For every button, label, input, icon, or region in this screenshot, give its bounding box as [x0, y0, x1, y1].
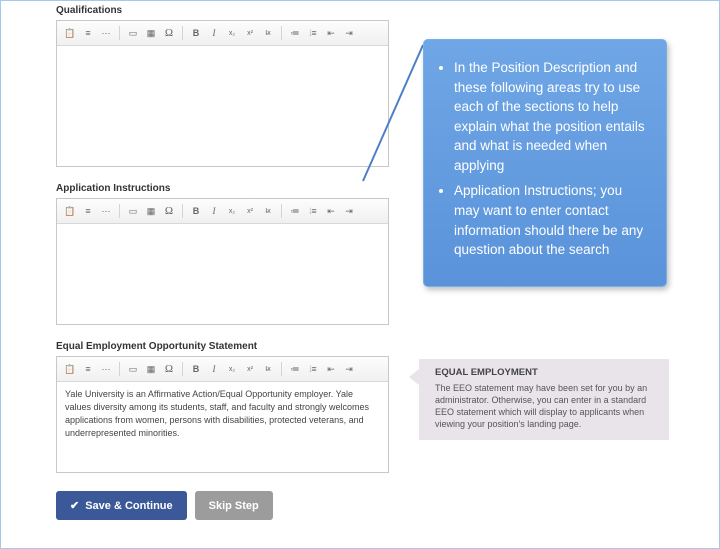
skip-step-label: Skip Step — [209, 500, 259, 512]
bullets-icon[interactable]: ≔ — [287, 203, 303, 219]
toolbar-sep — [119, 362, 120, 376]
clearformat-icon[interactable]: I̵x — [260, 25, 276, 41]
more-icon[interactable]: ⋯ — [98, 361, 114, 377]
superscript-icon[interactable]: x² — [242, 203, 258, 219]
source-icon[interactable]: ≡ — [80, 203, 96, 219]
paste-icon[interactable]: 📋 — [62, 25, 78, 41]
application-instructions-toolbar: 📋 ≡ ⋯ ▭ ▦ Ω B I x₂ x² I̵x ≔ ⦙≡ ⇤ ⇥ — [57, 199, 388, 224]
bold-icon[interactable]: B — [188, 203, 204, 219]
toolbar-sep — [281, 362, 282, 376]
eeo-help-box: EQUAL EMPLOYMENT The EEO statement may h… — [419, 359, 669, 440]
image-icon[interactable]: ▭ — [125, 361, 141, 377]
application-instructions-textarea[interactable] — [57, 224, 388, 324]
save-continue-button[interactable]: ✔ Save & Continue — [56, 491, 187, 520]
subscript-icon[interactable]: x₂ — [224, 203, 240, 219]
eeo-help-body: The EEO statement may have been set for … — [435, 382, 659, 431]
bullets-icon[interactable]: ≔ — [287, 361, 303, 377]
table-icon[interactable]: ▦ — [143, 203, 159, 219]
qualifications-textarea[interactable] — [57, 46, 388, 166]
qualifications-label: Qualifications — [56, 5, 389, 16]
image-icon[interactable]: ▭ — [125, 203, 141, 219]
specialchar-icon[interactable]: Ω — [161, 361, 177, 377]
specialchar-icon[interactable]: Ω — [161, 203, 177, 219]
application-instructions-label: Application Instructions — [56, 183, 389, 194]
save-continue-label: Save & Continue — [85, 500, 172, 512]
toolbar-sep — [119, 26, 120, 40]
numbers-icon[interactable]: ⦙≡ — [305, 25, 321, 41]
skip-step-button[interactable]: Skip Step — [195, 491, 273, 520]
eeo-textarea[interactable]: Yale University is an Affirmative Action… — [57, 382, 388, 472]
numbers-icon[interactable]: ⦙≡ — [305, 203, 321, 219]
italic-icon[interactable]: I — [206, 25, 222, 41]
italic-icon[interactable]: I — [206, 203, 222, 219]
callout-item-1: In the Position Description and these fo… — [454, 58, 648, 175]
form-actions: ✔ Save & Continue Skip Step — [56, 491, 389, 520]
specialchar-icon[interactable]: Ω — [161, 25, 177, 41]
indent-icon[interactable]: ⇥ — [341, 25, 357, 41]
application-instructions-editor: 📋 ≡ ⋯ ▭ ▦ Ω B I x₂ x² I̵x ≔ ⦙≡ ⇤ ⇥ — [56, 198, 389, 325]
callout-item-2: Application Instructions; you may want t… — [454, 181, 648, 259]
bold-icon[interactable]: B — [188, 361, 204, 377]
clearformat-icon[interactable]: I̵x — [260, 361, 276, 377]
paste-icon[interactable]: 📋 — [62, 203, 78, 219]
table-icon[interactable]: ▦ — [143, 361, 159, 377]
outdent-icon[interactable]: ⇤ — [323, 25, 339, 41]
more-icon[interactable]: ⋯ — [98, 25, 114, 41]
check-icon: ✔ — [70, 499, 79, 512]
main-column: Qualifications 📋 ≡ ⋯ ▭ ▦ Ω B I x₂ x² I̵x… — [56, 5, 389, 520]
bullets-icon[interactable]: ≔ — [287, 25, 303, 41]
toolbar-sep — [182, 362, 183, 376]
toolbar-sep — [119, 204, 120, 218]
toolbar-sep — [281, 26, 282, 40]
image-icon[interactable]: ▭ — [125, 25, 141, 41]
superscript-icon[interactable]: x² — [242, 361, 258, 377]
qualifications-editor: 📋 ≡ ⋯ ▭ ▦ Ω B I x₂ x² I̵x ≔ ⦙≡ ⇤ ⇥ — [56, 20, 389, 167]
subscript-icon[interactable]: x₂ — [224, 25, 240, 41]
paste-icon[interactable]: 📋 — [62, 361, 78, 377]
superscript-icon[interactable]: x² — [242, 25, 258, 41]
source-icon[interactable]: ≡ — [80, 361, 96, 377]
italic-icon[interactable]: I — [206, 361, 222, 377]
outdent-icon[interactable]: ⇤ — [323, 361, 339, 377]
bold-icon[interactable]: B — [188, 25, 204, 41]
outdent-icon[interactable]: ⇤ — [323, 203, 339, 219]
numbers-icon[interactable]: ⦙≡ — [305, 361, 321, 377]
toolbar-sep — [182, 26, 183, 40]
eeo-editor: 📋 ≡ ⋯ ▭ ▦ Ω B I x₂ x² I̵x ≔ ⦙≡ ⇤ ⇥ Yale … — [56, 356, 389, 473]
toolbar-sep — [182, 204, 183, 218]
toolbar-sep — [281, 204, 282, 218]
subscript-icon[interactable]: x₂ — [224, 361, 240, 377]
eeo-help-title: EQUAL EMPLOYMENT — [435, 367, 659, 380]
page: Qualifications 📋 ≡ ⋯ ▭ ▦ Ω B I x₂ x² I̵x… — [0, 0, 720, 549]
guidance-callout: In the Position Description and these fo… — [423, 39, 667, 287]
more-icon[interactable]: ⋯ — [98, 203, 114, 219]
eeo-label: Equal Employment Opportunity Statement — [56, 341, 389, 352]
clearformat-icon[interactable]: I̵x — [260, 203, 276, 219]
table-icon[interactable]: ▦ — [143, 25, 159, 41]
qualifications-toolbar: 📋 ≡ ⋯ ▭ ▦ Ω B I x₂ x² I̵x ≔ ⦙≡ ⇤ ⇥ — [57, 21, 388, 46]
indent-icon[interactable]: ⇥ — [341, 203, 357, 219]
eeo-toolbar: 📋 ≡ ⋯ ▭ ▦ Ω B I x₂ x² I̵x ≔ ⦙≡ ⇤ ⇥ — [57, 357, 388, 382]
source-icon[interactable]: ≡ — [80, 25, 96, 41]
indent-icon[interactable]: ⇥ — [341, 361, 357, 377]
